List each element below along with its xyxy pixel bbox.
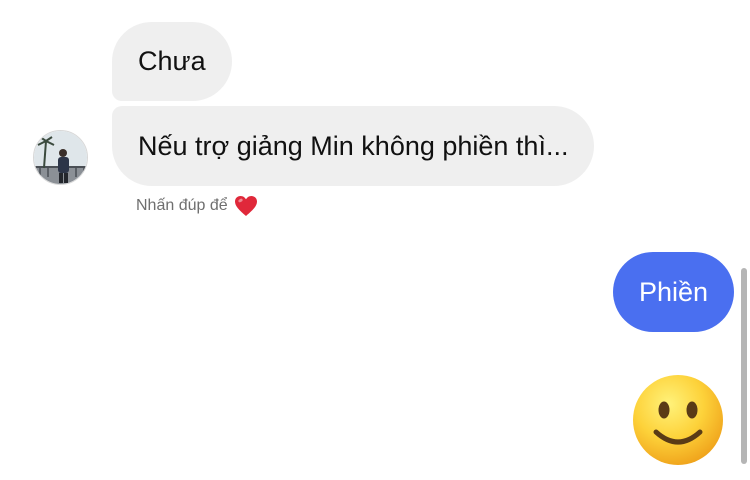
hint-text: Nhấn đúp để xyxy=(136,197,228,214)
message-text: Chưa xyxy=(138,46,206,76)
incoming-message-bubble[interactable]: Chưa xyxy=(112,22,232,101)
heart-icon xyxy=(234,196,257,216)
avatar[interactable] xyxy=(33,130,88,185)
outgoing-message-bubble[interactable]: Phiền xyxy=(612,252,734,332)
incoming-message-bubble[interactable]: Nếu trợ giảng Min không phiền thì... xyxy=(112,106,595,186)
scrollbar[interactable] xyxy=(741,268,747,464)
double-tap-like-hint: Nhấn đúp để xyxy=(136,195,258,217)
message-text: Nếu trợ giảng Min không phiền thì... xyxy=(138,130,569,161)
slightly-smiling-face-icon[interactable] xyxy=(632,374,724,466)
message-text: Phiền xyxy=(638,276,708,307)
avatar-photo-icon xyxy=(34,131,87,184)
